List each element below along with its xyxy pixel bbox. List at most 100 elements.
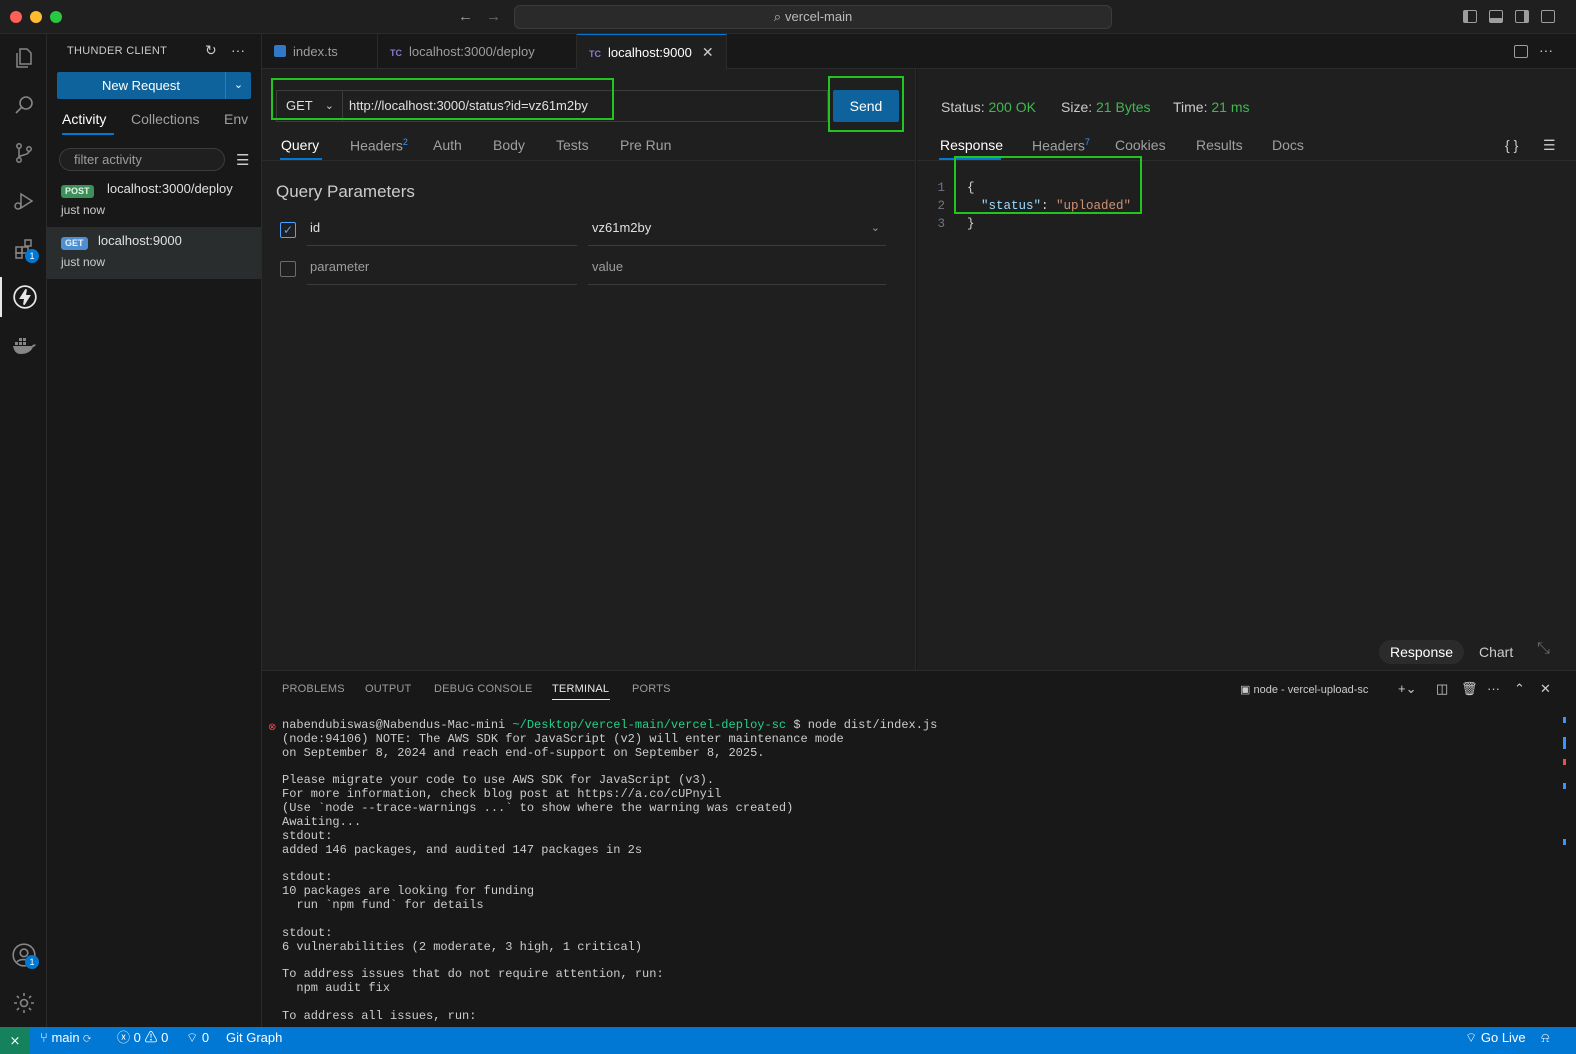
more-actions-icon[interactable]: ···: [1487, 681, 1500, 696]
method-value: GET: [286, 98, 313, 113]
accounts-icon[interactable]: 1: [0, 935, 47, 975]
param-key-input[interactable]: parameter: [307, 253, 577, 285]
toggle-primary-sidebar-icon[interactable]: [1463, 10, 1477, 23]
new-terminal-icon[interactable]: +⌄: [1398, 681, 1416, 697]
activity-bar: 1 1: [0, 34, 47, 1027]
split-terminal-icon[interactable]: ◫: [1436, 681, 1448, 697]
search-icon: ⌕: [773, 9, 782, 24]
branch-indicator[interactable]: ⑂ main ⟳: [40, 1027, 91, 1049]
close-icon[interactable]: ✕: [702, 44, 714, 60]
tab-activity[interactable]: Activity: [62, 111, 106, 127]
thunder-client-tab-icon: TC: [589, 49, 601, 59]
ports-indicator[interactable]: ⌔ 0: [186, 1027, 209, 1049]
back-arrow-icon[interactable]: ←: [458, 8, 473, 25]
tab-tests[interactable]: Tests: [556, 137, 589, 153]
active-tab-indicator: [939, 158, 1001, 160]
git-graph-button[interactable]: Git Graph: [226, 1027, 282, 1049]
menu-icon[interactable]: ☰: [1543, 137, 1556, 154]
toggle-secondary-sidebar-icon[interactable]: [1515, 10, 1529, 23]
method-select[interactable]: GET ⌄: [277, 91, 343, 121]
refresh-icon[interactable]: ↻: [205, 42, 217, 59]
tab-debug-console[interactable]: DEBUG CONSOLE: [434, 683, 533, 695]
terminal-prompt-line: nabendubiswas@Nabendus-Mac-mini ~/Deskto…: [282, 719, 938, 732]
tab-docs[interactable]: Docs: [1272, 137, 1304, 153]
toggle-panel-icon[interactable]: [1489, 10, 1503, 23]
thunder-client-sidebar: THUNDER CLIENT ↻ ··· New Request ⌄ Activ…: [47, 34, 262, 1027]
broadcast-icon: ⌔: [1465, 1030, 1478, 1045]
run-debug-icon[interactable]: [0, 181, 47, 221]
terminal-scrollbar[interactable]: [1563, 717, 1566, 845]
explorer-icon[interactable]: [0, 38, 47, 78]
tab-pre-run[interactable]: Pre Run: [620, 137, 671, 153]
terminal-output[interactable]: nabendubiswas@Nabendus-Mac-mini ~/Deskto…: [282, 719, 1552, 1027]
search-icon[interactable]: [0, 85, 47, 125]
param-value-input[interactable]: vz61m2by ⌄: [588, 214, 886, 246]
tab-auth[interactable]: Auth: [433, 137, 462, 153]
url-input[interactable]: http://localhost:3000/status?id=vz61m2by: [349, 91, 588, 121]
tab-index-ts[interactable]: index.ts: [262, 34, 378, 69]
tab-cookies[interactable]: Cookies: [1115, 137, 1166, 153]
forward-arrow-icon[interactable]: →: [486, 8, 501, 25]
go-live-button[interactable]: ⌔ Go Live: [1465, 1027, 1526, 1049]
active-tab-indicator: [62, 133, 114, 135]
tab-terminal[interactable]: TERMINAL: [552, 683, 609, 695]
filter-menu-icon[interactable]: ☰: [236, 151, 249, 169]
activity-url: localhost:9000: [98, 233, 182, 248]
chevron-down-icon[interactable]: ⌄: [225, 72, 251, 99]
tab-ports[interactable]: PORTS: [632, 683, 671, 695]
activity-item-post-deploy[interactable]: POST localhost:3000/deploy just now: [47, 175, 261, 227]
problems-indicator[interactable]: ⓧ 0 ⚠ 0: [117, 1027, 168, 1049]
remote-icon[interactable]: ⨯: [0, 1027, 30, 1054]
extensions-icon[interactable]: 1: [0, 229, 47, 269]
maximize-window-button[interactable]: [50, 11, 62, 23]
tab-problems[interactable]: PROBLEMS: [282, 683, 345, 695]
tab-collections[interactable]: Collections: [131, 111, 199, 127]
tab-query[interactable]: Query: [281, 137, 319, 153]
more-actions-icon[interactable]: ···: [1539, 42, 1553, 58]
settings-gear-icon[interactable]: [0, 983, 47, 1023]
trash-icon[interactable]: 🗑: [1461, 681, 1478, 697]
filter-activity-input[interactable]: filter activity: [59, 148, 225, 171]
tab-response[interactable]: Response: [940, 137, 1003, 153]
bottom-panel: PROBLEMS OUTPUT DEBUG CONSOLE TERMINAL P…: [262, 670, 1576, 1027]
tab-env[interactable]: Env: [224, 111, 248, 127]
tab-headers[interactable]: Headers2: [350, 137, 408, 154]
close-window-button[interactable]: [10, 11, 22, 23]
headers-count: 7: [1084, 137, 1090, 147]
activity-url: localhost:3000/deploy: [107, 181, 233, 196]
source-control-icon[interactable]: [0, 133, 47, 173]
param-value-input[interactable]: value: [588, 253, 886, 285]
notifications-bell-icon[interactable]: ⍾: [1541, 1027, 1550, 1049]
more-actions-icon[interactable]: ···: [231, 42, 245, 58]
view-response-button[interactable]: Response: [1379, 640, 1465, 664]
tab-localhost-3000-deploy[interactable]: TC localhost:3000/deploy: [378, 34, 577, 69]
param-enabled-checkbox[interactable]: [280, 261, 296, 277]
url-bar: GET ⌄ http://localhost:3000/status?id=vz…: [276, 90, 828, 122]
terminal-line: run `npm fund` for details: [282, 897, 484, 912]
terminal-selector[interactable]: ▣ node - vercel-upload-sc: [1240, 683, 1368, 696]
tab-output[interactable]: OUTPUT: [365, 683, 411, 695]
tab-localhost-9000[interactable]: TC localhost:9000 ✕: [577, 34, 727, 69]
minimize-window-button[interactable]: [30, 11, 42, 23]
tab-body[interactable]: Body: [493, 137, 525, 153]
title-bar: ← → ⌕ vercel-main: [0, 0, 1576, 34]
error-icon: ⓧ: [117, 1030, 131, 1045]
split-editor-icon[interactable]: [1514, 45, 1528, 58]
view-chart-button[interactable]: Chart: [1479, 644, 1513, 660]
maximize-panel-icon[interactable]: ⌃: [1514, 681, 1525, 697]
docker-icon[interactable]: [0, 325, 47, 365]
thunder-client-icon[interactable]: [0, 277, 47, 317]
expand-icon[interactable]: ⤡: [1537, 640, 1550, 658]
param-key-input[interactable]: id: [307, 214, 577, 246]
terminal-line: To address all issues, run:: [282, 1008, 477, 1023]
tab-response-headers[interactable]: Headers7: [1032, 137, 1090, 154]
close-panel-icon[interactable]: ✕: [1540, 681, 1551, 697]
tab-results[interactable]: Results: [1196, 137, 1243, 153]
activity-item-get-9000[interactable]: GET localhost:9000 just now: [47, 227, 261, 279]
command-center-search[interactable]: ⌕ vercel-main: [514, 5, 1112, 29]
send-button[interactable]: Send: [833, 90, 899, 122]
param-enabled-checkbox[interactable]: ✓: [280, 222, 296, 238]
new-request-button[interactable]: New Request ⌄: [57, 72, 251, 99]
format-json-icon[interactable]: { }: [1505, 137, 1518, 153]
customize-layout-icon[interactable]: [1541, 10, 1555, 23]
